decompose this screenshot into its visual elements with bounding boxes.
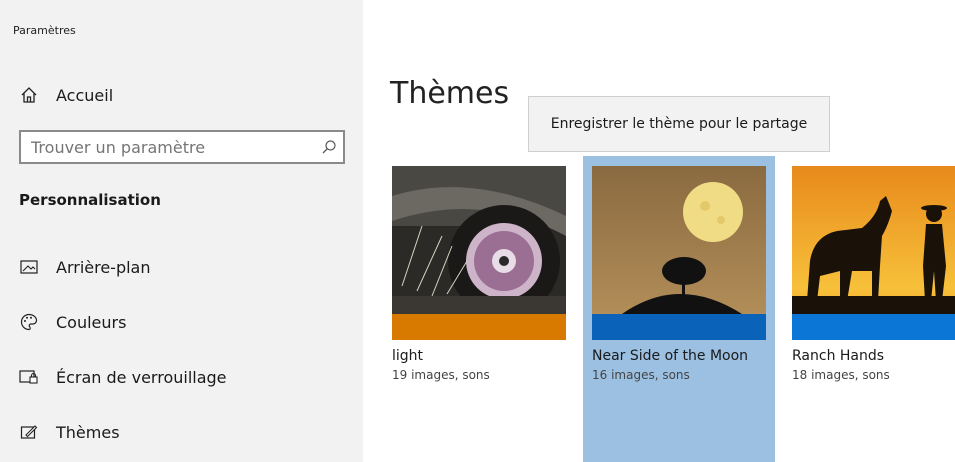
search-icon[interactable] [315, 139, 343, 155]
home-icon [18, 84, 40, 106]
theme-accent-strip [392, 314, 566, 340]
theme-accent-strip [592, 314, 766, 340]
picture-icon [18, 256, 40, 278]
section-title: Personnalisation [19, 191, 161, 209]
app-title: Paramètres [13, 24, 76, 37]
theme-name: Ranch Hands [792, 348, 885, 364]
palette-icon [18, 311, 40, 333]
nav-home-label: Accueil [56, 85, 114, 105]
nav-item-couleurs[interactable]: Couleurs [18, 307, 126, 337]
nav-item-arriere-plan[interactable]: Arrière-plan [18, 252, 151, 282]
nav-home[interactable]: Accueil [18, 80, 113, 110]
nav-item-label: Arrière-plan [56, 257, 151, 277]
theme-meta: 18 images, sons [792, 368, 890, 382]
nav-item-themes[interactable]: Thèmes [18, 417, 120, 447]
nav-item-ecran-verrouillage[interactable]: Écran de verrouillage [18, 362, 227, 392]
nav-item-label: Thèmes [56, 422, 120, 442]
theme-name: Near Side of the Moon [592, 348, 749, 364]
tooltip: Enregistrer le thème pour le partage [528, 96, 830, 152]
nav-item-label: Couleurs [56, 312, 127, 332]
theme-card-light[interactable]: light 19 images, sons [392, 166, 566, 382]
lock-screen-icon [18, 366, 40, 388]
themes-icon [18, 421, 40, 443]
theme-thumbnail [792, 166, 955, 340]
theme-meta: 19 images, sons [392, 368, 490, 382]
search-input[interactable] [21, 132, 315, 162]
theme-thumbnail [592, 166, 766, 340]
search-box[interactable] [19, 130, 345, 164]
sidebar: Paramètres Accueil Personnalisation Arri… [0, 0, 363, 462]
theme-name: light [392, 348, 424, 364]
theme-card-near-side-of-the-moon[interactable]: Near Side of the Moon 16 images, sons [592, 166, 766, 382]
theme-thumbnail [392, 166, 566, 340]
nav-item-label: Écran de verrouillage [56, 367, 227, 387]
theme-meta: 16 images, sons [592, 368, 690, 382]
page-title: Thèmes [390, 76, 510, 111]
theme-accent-strip [792, 314, 955, 340]
theme-card-ranch-hands[interactable]: Ranch Hands 18 images, sons [792, 166, 955, 382]
